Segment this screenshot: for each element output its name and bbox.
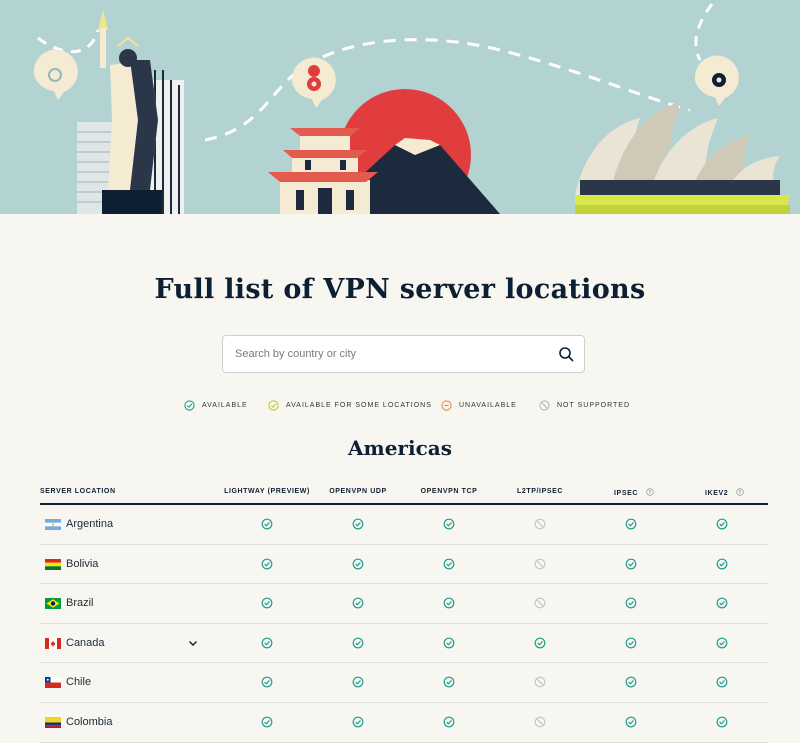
- check-circle-icon: [261, 676, 273, 688]
- table-row: Chile: [40, 663, 768, 703]
- page-title: Full list of VPN server locations: [154, 274, 646, 305]
- hero-illustration: [0, 0, 800, 214]
- search-box[interactable]: [222, 335, 585, 373]
- svg-text:?: ?: [648, 490, 651, 496]
- column-header-openvpn-tcp: OPENVPN TCP: [420, 488, 478, 495]
- column-header-ipsec: IPSEC ?: [614, 488, 654, 497]
- check-circle-icon: [443, 597, 455, 609]
- check-circle-icon: [352, 597, 364, 609]
- check-circle-icon: [716, 676, 728, 688]
- flag-bolivia-icon: [45, 558, 61, 570]
- check-circle-icon: [625, 597, 637, 609]
- travel-landmarks-illustration: [0, 0, 800, 214]
- check-circle-icon: [443, 637, 455, 649]
- flag-colombia-icon: [45, 717, 61, 728]
- column-header-label: IPSEC: [614, 490, 639, 497]
- column-header-server-location: SERVER LOCATION: [40, 488, 116, 495]
- check-circle-icon: [716, 558, 728, 569]
- status-legend: AVAILABLE AVAILABLE FOR SOME LOCATIONS U…: [0, 398, 800, 412]
- help-icon[interactable]: ?: [645, 488, 654, 496]
- search-input[interactable]: [223, 336, 543, 372]
- table-row: Argentina: [40, 505, 768, 545]
- section-title-americas: Americas: [348, 436, 452, 460]
- legend-not-supported: NOT SUPPORTED: [539, 398, 630, 412]
- table-row: Colombia: [40, 703, 768, 743]
- check-circle-icon: [534, 637, 546, 649]
- country-name: Brazil: [66, 597, 94, 610]
- check-circle-icon: [625, 558, 637, 569]
- legend-available: AVAILABLE: [184, 398, 248, 412]
- check-circle-icon: [261, 558, 273, 569]
- check-circle-icon: [625, 716, 637, 728]
- flag-chile-icon: [45, 677, 61, 689]
- check-circle-icon: [261, 597, 273, 609]
- check-circle-icon: [352, 716, 364, 728]
- check-circle-icon: [625, 518, 637, 530]
- column-header-label: IKEV2: [705, 490, 729, 497]
- minus-circle-icon: [441, 399, 452, 411]
- prohibited-icon: [534, 518, 546, 530]
- flag-canada-icon: [45, 637, 61, 649]
- country-name: Colombia: [66, 716, 113, 728]
- country-name: Canada: [66, 636, 105, 649]
- check-circle-icon: [261, 716, 273, 728]
- legend-label: NOT SUPPORTED: [557, 401, 631, 409]
- prohibited-icon: [534, 716, 546, 728]
- check-circle-icon: [443, 558, 455, 569]
- check-circle-icon: [716, 597, 728, 609]
- prohibited-icon: [534, 677, 546, 688]
- check-circle-icon: [716, 637, 728, 649]
- country-name: Bolivia: [66, 557, 99, 570]
- check-circle-icon: [261, 518, 273, 530]
- check-circle-icon: [352, 676, 364, 688]
- check-circle-icon: [184, 399, 195, 411]
- legend-partial: AVAILABLE FOR SOME LOCATIONS: [268, 398, 432, 412]
- table-row: Bolivia: [40, 545, 768, 585]
- column-header-ikev2: IKEV2 ?: [705, 488, 744, 497]
- legend-label: AVAILABLE FOR SOME LOCATIONS: [286, 401, 432, 409]
- check-circle-icon: [352, 558, 364, 569]
- check-circle-icon: [352, 518, 364, 530]
- legend-label: AVAILABLE: [202, 401, 248, 409]
- check-circle-icon: [352, 637, 364, 649]
- table-row: Brazil: [40, 584, 768, 624]
- country-name: Chile: [66, 676, 92, 689]
- check-circle-icon: [716, 716, 728, 728]
- check-circle-icon: [625, 637, 637, 649]
- check-circle-icon: [443, 716, 455, 728]
- column-header-openvpn-udp: OPENVPN UDP: [329, 488, 387, 495]
- check-circle-icon: [625, 676, 637, 688]
- check-circle-icon: [443, 518, 455, 530]
- check-circle-icon: [261, 637, 273, 649]
- country-name: Argentina: [66, 518, 114, 530]
- table-row[interactable]: Canada: [40, 624, 768, 664]
- flag-brazil-icon: [45, 598, 61, 610]
- check-circle-icon: [443, 676, 455, 688]
- chevron-down-icon[interactable]: [187, 637, 199, 649]
- legend-label: UNAVAILABLE: [459, 401, 517, 409]
- column-header-l2tp-ipsec: L2TP/IPSEC: [516, 488, 564, 495]
- help-icon[interactable]: ?: [736, 488, 744, 496]
- prohibited-icon: [534, 597, 546, 609]
- prohibited-icon: [534, 558, 546, 569]
- svg-text:?: ?: [738, 490, 741, 496]
- column-header-lightway: LIGHTWAY (PREVIEW): [224, 488, 310, 495]
- legend-unavailable: UNAVAILABLE: [441, 398, 517, 412]
- check-circle-icon: [716, 518, 728, 530]
- check-circle-partial-icon: [268, 399, 279, 411]
- search-icon[interactable]: [558, 346, 574, 362]
- table-header: SERVER LOCATION LIGHTWAY (PREVIEW) OPENV…: [40, 486, 768, 505]
- prohibited-icon: [539, 399, 550, 411]
- flag-argentina-icon: [45, 519, 61, 530]
